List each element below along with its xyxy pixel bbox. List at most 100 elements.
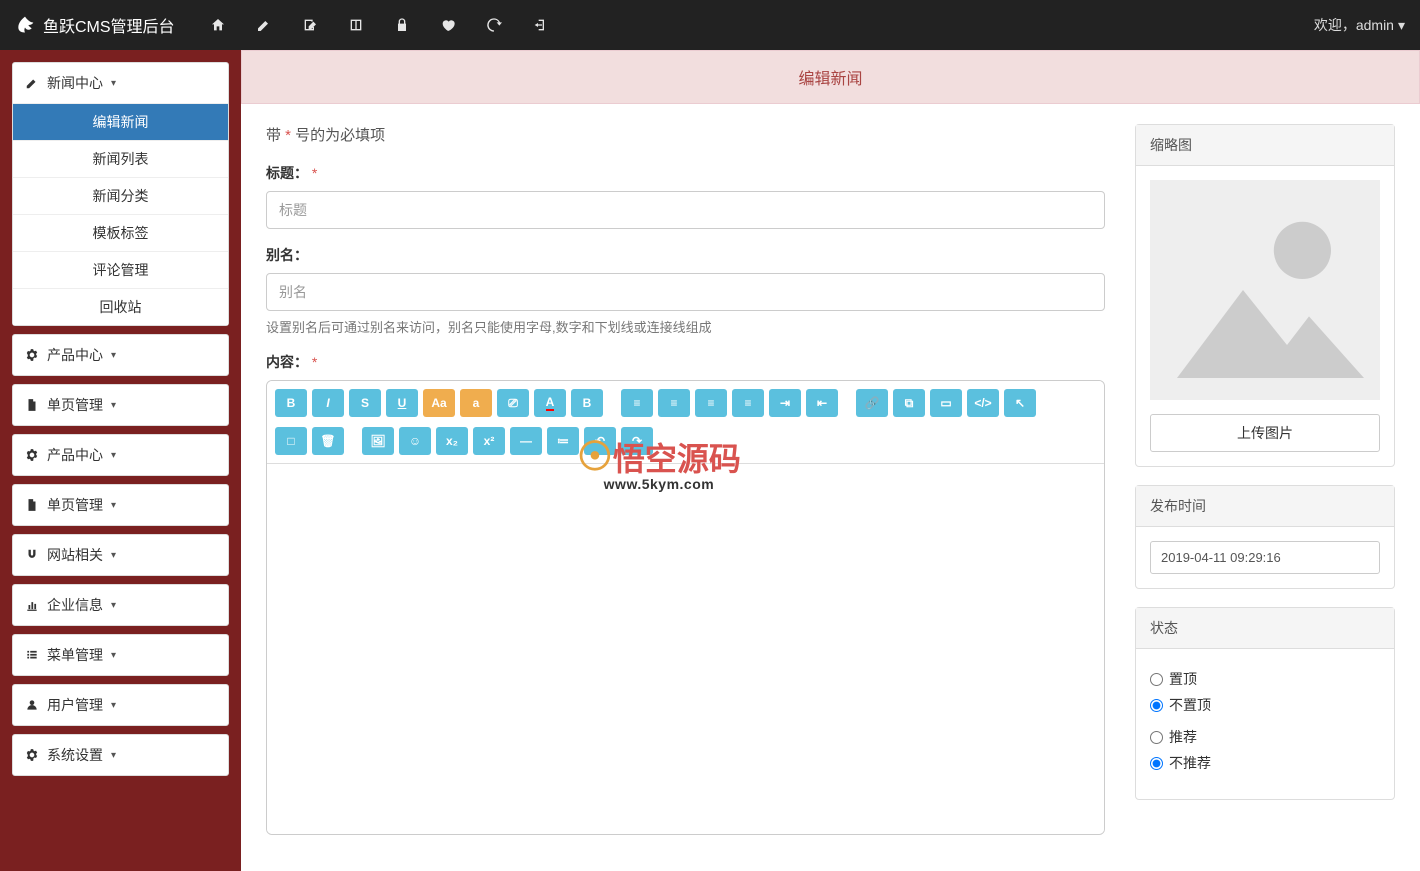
subscript-icon[interactable]: x₂ [436,427,468,455]
file-icon [25,398,39,412]
align-right-icon[interactable]: ≡ [695,389,727,417]
alias-help: 设置别名后可通过别名来访问，别名只能使用字母,数字和下划线或连接线组成 [266,317,1105,336]
clear-icon[interactable]: ⎚ [497,389,529,417]
top-no-radio[interactable] [1150,699,1163,712]
caret-down-icon: ▾ [111,750,116,761]
pubtime-input[interactable] [1150,541,1380,574]
bgcolor-icon[interactable]: B [571,389,603,417]
superscript-icon[interactable]: x² [473,427,505,455]
caret-down-icon: ▾ [111,500,116,511]
sidebar-item[interactable]: 评论管理 [13,251,228,288]
main-content: 编辑新闻 带 * 号的为必填项 标题： * 别名： 设置别名后可通过别名来访问，… [241,50,1420,871]
sidebar-group: 产品中心 ▾ [12,434,229,476]
bold-icon[interactable]: B [275,389,307,417]
heart-icon[interactable] [440,17,456,33]
sidebar-item[interactable]: 新闻列表 [13,140,228,177]
welcome-user[interactable]: 欢迎，admin▾ [1314,15,1405,35]
undo-icon[interactable]: ↶ [584,427,616,455]
alias-input[interactable] [266,273,1105,311]
sidebar-item[interactable]: 模板标签 [13,214,228,251]
sidebar-group-header[interactable]: 系统设置 ▾ [13,735,228,775]
bar-icon [25,598,39,612]
indent-icon[interactable]: ⇥ [769,389,801,417]
edit-square-icon[interactable] [302,17,318,33]
page-title: 编辑新闻 [241,50,1420,104]
home-icon[interactable] [210,17,226,33]
pubtime-panel: 发布时间 [1135,485,1395,589]
sidebar-group: 单页管理 ▾ [12,384,229,426]
trash-icon[interactable]: 🗑 [312,427,344,455]
caret-down-icon: ▾ [111,350,116,361]
caret-down-icon: ▾ [111,650,116,661]
gears-icon [25,448,39,462]
top-yes-radio[interactable] [1150,673,1163,686]
sidebar-group-header[interactable]: 用户管理 ▾ [13,685,228,725]
sidebar-group: 单页管理 ▾ [12,484,229,526]
title-input[interactable] [266,191,1105,229]
refresh-icon[interactable] [486,17,502,33]
sidebar-group-header[interactable]: 企业信息 ▾ [13,585,228,625]
sidebar-group-header[interactable]: 单页管理 ▾ [13,385,228,425]
editor-toolbar: B I S U Aa a ⎚ A B ≡ ≡ ≡ [267,381,1104,464]
unlink-icon[interactable]: ⧉ [893,389,925,417]
sidebar-group-header[interactable]: 网站相关 ▾ [13,535,228,575]
hr-icon[interactable]: — [510,427,542,455]
field-content: 内容： * B I S U Aa a ⎚ A B [266,352,1105,835]
caret-down-icon: ▾ [111,78,116,89]
strike-icon[interactable]: S [349,389,381,417]
fullscreen-icon[interactable]: □ [275,427,307,455]
sidebar-group-header[interactable]: 单页管理 ▾ [13,485,228,525]
required-hint: 带 * 号的为必填项 [266,124,1105,145]
thumbnail-placeholder [1150,180,1380,400]
outdent-icon[interactable]: ⇤ [806,389,838,417]
sidebar-group: 网站相关 ▾ [12,534,229,576]
link-icon[interactable]: 🔗 [856,389,888,417]
topbar-toolbar [210,17,548,33]
list-icon [25,648,39,662]
edit-icon [25,76,39,90]
sidebar-item[interactable]: 回收站 [13,288,228,325]
redo-icon[interactable]: ↷ [621,427,653,455]
logout-icon[interactable] [532,17,548,33]
sidebar-group-header[interactable]: 产品中心 ▾ [13,335,228,375]
file-icon [25,498,39,512]
image-placeholder-icon [1150,180,1380,400]
sidebar-group-header[interactable]: 产品中心 ▾ [13,435,228,475]
editor-body[interactable]: ☉ 悟空源码 www.5kym.com [267,464,1104,834]
gear-icon [25,748,39,762]
code-icon[interactable]: </> [967,389,999,417]
gears-icon [25,348,39,362]
fontcase-icon[interactable]: Aa [423,389,455,417]
sidebar-group: 产品中心 ▾ [12,334,229,376]
brand-title: 鱼跃CMS管理后台 [43,13,175,37]
sidebar-item[interactable]: 新闻分类 [13,177,228,214]
align-justify-icon[interactable]: ≡ [732,389,764,417]
topbar: 鱼跃CMS管理后台 欢迎，admin▾ [0,0,1420,50]
fontsize-icon[interactable]: a [460,389,492,417]
user-icon [25,698,39,712]
sidebar-group-header[interactable]: 新闻中心 ▾ [13,63,228,103]
caret-down-icon: ▾ [111,400,116,411]
emoji-icon[interactable]: ☺ [399,427,431,455]
upload-image-button[interactable]: 上传图片 [1150,414,1380,452]
sidebar-group: 菜单管理 ▾ [12,634,229,676]
align-left-icon[interactable]: ≡ [621,389,653,417]
image-icon[interactable]: ▭ [930,389,962,417]
columns-icon[interactable] [348,17,364,33]
italic-icon[interactable]: I [312,389,344,417]
list-icon[interactable]: ≔ [547,427,579,455]
status-panel: 状态 置顶 不置顶 推荐 [1135,607,1395,800]
align-center-icon[interactable]: ≡ [658,389,690,417]
magnet-icon [25,548,39,562]
pencil-icon[interactable] [256,17,272,33]
sidebar-group: 新闻中心 ▾编辑新闻新闻列表新闻分类模板标签评论管理回收站 [12,62,229,326]
underline-icon[interactable]: U [386,389,418,417]
sidebar-group-header[interactable]: 菜单管理 ▾ [13,635,228,675]
sidebar-item[interactable]: 编辑新闻 [13,103,228,140]
rec-no-radio[interactable] [1150,757,1163,770]
fontcolor-icon[interactable]: A [534,389,566,417]
lock-icon[interactable] [394,17,410,33]
picture-icon[interactable]: 🖼 [362,427,394,455]
arrow-icon[interactable]: ↖ [1004,389,1036,417]
rec-yes-radio[interactable] [1150,731,1163,744]
